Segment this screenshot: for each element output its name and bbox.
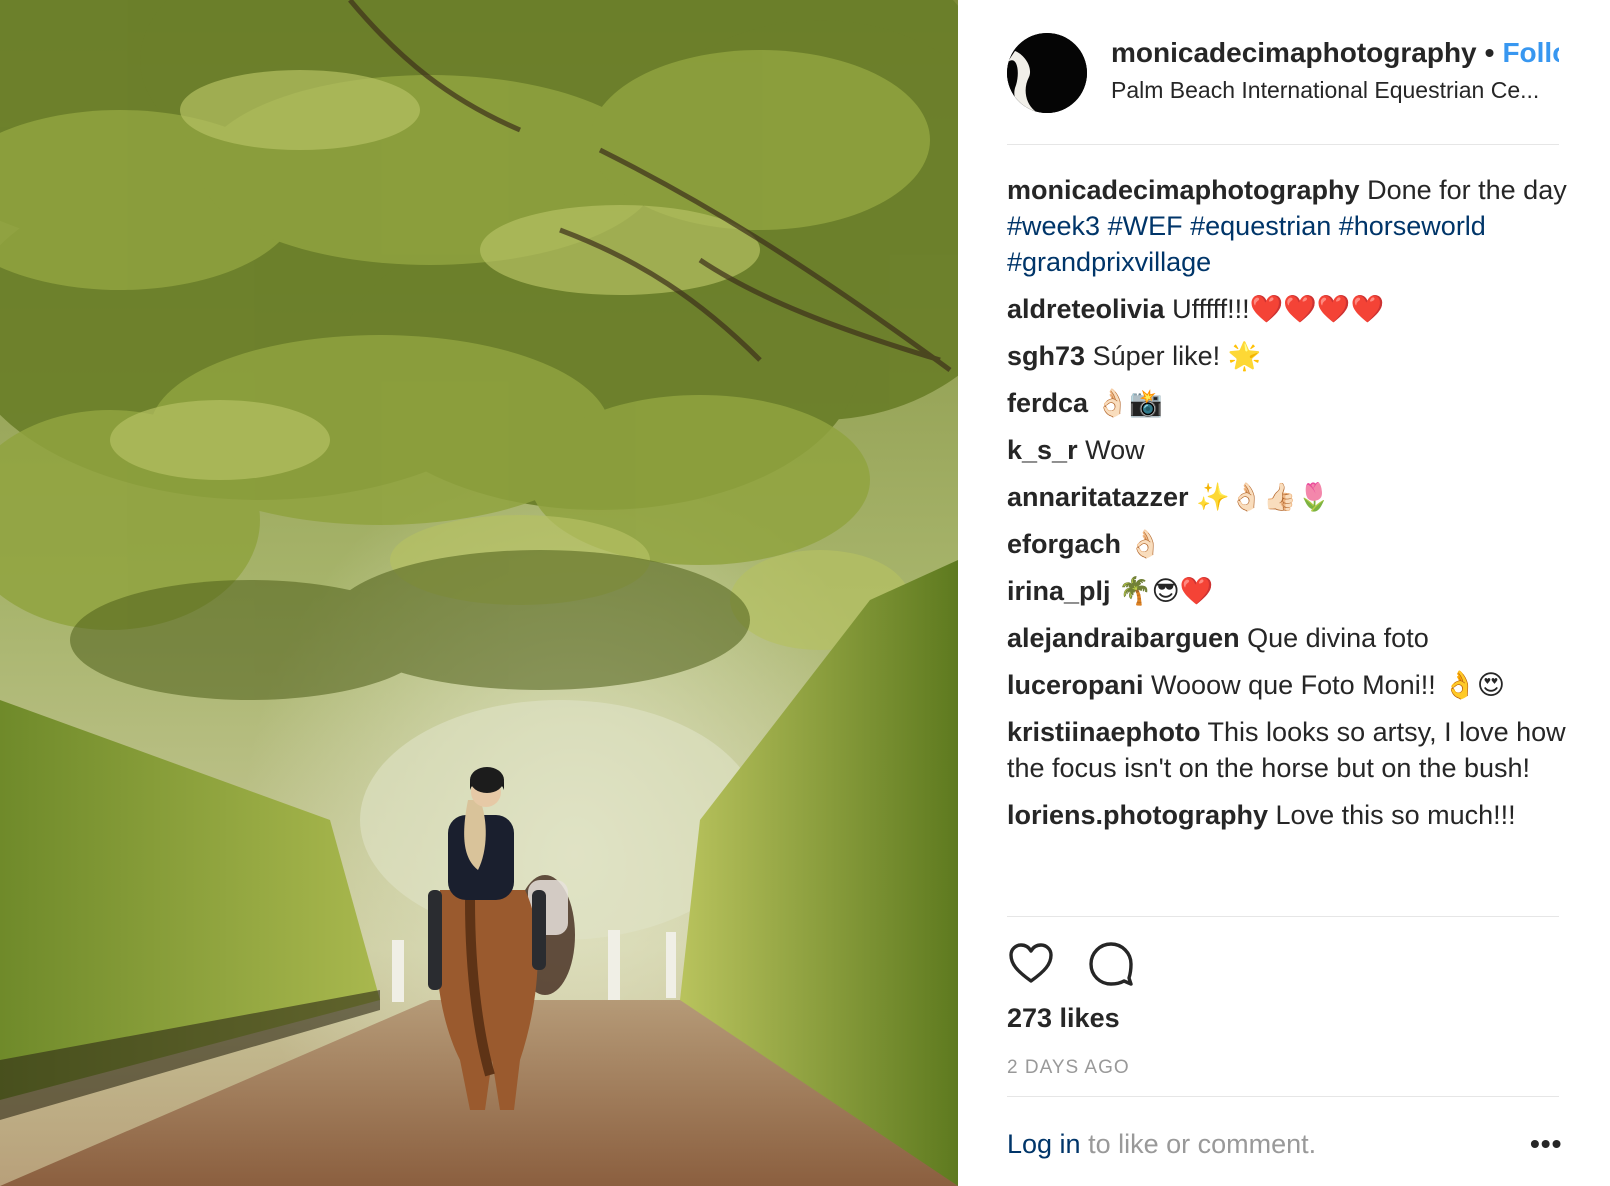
comment-item: luceropani Wooow que Foto Moni!! 👌😍	[1007, 667, 1567, 703]
comment-item: irina_plj 🌴😎❤️	[1007, 573, 1567, 609]
more-options-icon[interactable]: •••	[1530, 1128, 1562, 1160]
comment-username[interactable]: loriens.photography	[1007, 800, 1268, 830]
comment-text: Wooow que Foto Moni!! 👌😍	[1151, 670, 1505, 700]
header-divider	[1007, 144, 1559, 145]
hashtag[interactable]: #horseworld	[1339, 211, 1486, 241]
comment-username[interactable]: aldreteolivia	[1007, 294, 1165, 324]
comment-text: 👌🏻📸	[1095, 388, 1163, 418]
comment-text: ✨👌🏻👍🏻🌷	[1196, 482, 1331, 512]
hashtag[interactable]: #week3	[1007, 211, 1100, 241]
caption: monicadecimaphotography Done for the day…	[1007, 172, 1567, 280]
comments-list: monicadecimaphotography Done for the day…	[1007, 172, 1567, 844]
login-prompt-text: to like or comment.	[1088, 1129, 1317, 1159]
hashtag[interactable]: #grandprixvillage	[1007, 247, 1211, 277]
post-timestamp[interactable]: 2 DAYS AGO	[1007, 1057, 1130, 1079]
post-photo[interactable]	[0, 0, 958, 1186]
comment-item: aldreteolivia Ufffff!!!❤️❤️❤️❤️	[1007, 291, 1567, 327]
comment-bubble-icon[interactable]	[1087, 940, 1137, 990]
comment-username[interactable]: irina_plj	[1007, 576, 1111, 606]
comment-text: 👌🏻	[1128, 529, 1163, 559]
comment-username[interactable]: k_s_r	[1007, 435, 1078, 465]
comment-username[interactable]: kristiinaephoto	[1007, 717, 1201, 747]
comment-username[interactable]: luceropani	[1007, 670, 1144, 700]
avatar[interactable]	[1007, 33, 1087, 113]
comment-text: Súper like! 🌟	[1092, 341, 1262, 371]
comment-item: ferdca 👌🏻📸	[1007, 385, 1567, 421]
comment-text: Wow	[1085, 435, 1145, 465]
post-actions	[1007, 940, 1207, 990]
comment-item: k_s_r Wow	[1007, 432, 1567, 468]
hashtag[interactable]: #WEF	[1108, 211, 1183, 241]
comment-item: annaritatazzer ✨👌🏻👍🏻🌷	[1007, 479, 1567, 515]
comment-item: eforgach 👌🏻	[1007, 526, 1567, 562]
comment-username[interactable]: ferdca	[1007, 388, 1088, 418]
comment-item: kristiinaephoto This looks so artsy, I l…	[1007, 714, 1567, 786]
post-location[interactable]: Palm Beach International Equestrian Ce..…	[1111, 77, 1559, 104]
post-header: monicadecimaphotography•Follo Palm Beach…	[958, 0, 1610, 150]
comment-text: Que divina foto	[1247, 623, 1429, 653]
comment-item: sgh73 Súper like! 🌟	[1007, 338, 1567, 374]
login-prompt: Log in to like or comment.	[1007, 1129, 1316, 1160]
comment-text: 🌴😎❤️	[1118, 576, 1214, 606]
comment-text: Ufffff!!!❤️❤️❤️❤️	[1172, 294, 1385, 324]
comment-item: loriens.photography Love this so much!!!	[1007, 797, 1567, 833]
caption-username[interactable]: monicadecimaphotography	[1007, 175, 1360, 205]
hashtag[interactable]: #equestrian	[1190, 211, 1331, 241]
likes-count[interactable]: 273 likes	[1007, 1003, 1120, 1034]
horse-riding-path-image	[0, 0, 958, 1186]
separator-dot: •	[1484, 37, 1495, 68]
avatar-image	[1007, 33, 1087, 113]
heart-icon[interactable]	[1007, 940, 1057, 990]
post-side-panel: monicadecimaphotography•Follo Palm Beach…	[958, 0, 1610, 1186]
caption-text: Done for the day	[1367, 175, 1567, 205]
post-username[interactable]: monicadecimaphotography	[1111, 37, 1477, 68]
login-link[interactable]: Log in	[1007, 1129, 1081, 1159]
footer-divider	[1007, 1096, 1559, 1097]
comment-username[interactable]: eforgach	[1007, 529, 1121, 559]
comments-divider	[1007, 916, 1559, 917]
comment-text: Love this so much!!!	[1275, 800, 1516, 830]
comment-username[interactable]: sgh73	[1007, 341, 1085, 371]
username-row: monicadecimaphotography•Follo	[1111, 37, 1559, 69]
follow-button[interactable]: Follo	[1502, 37, 1559, 68]
comment-username[interactable]: alejandraibarguen	[1007, 623, 1240, 653]
comment-item: alejandraibarguen Que divina foto	[1007, 620, 1567, 656]
comment-username[interactable]: annaritatazzer	[1007, 482, 1189, 512]
